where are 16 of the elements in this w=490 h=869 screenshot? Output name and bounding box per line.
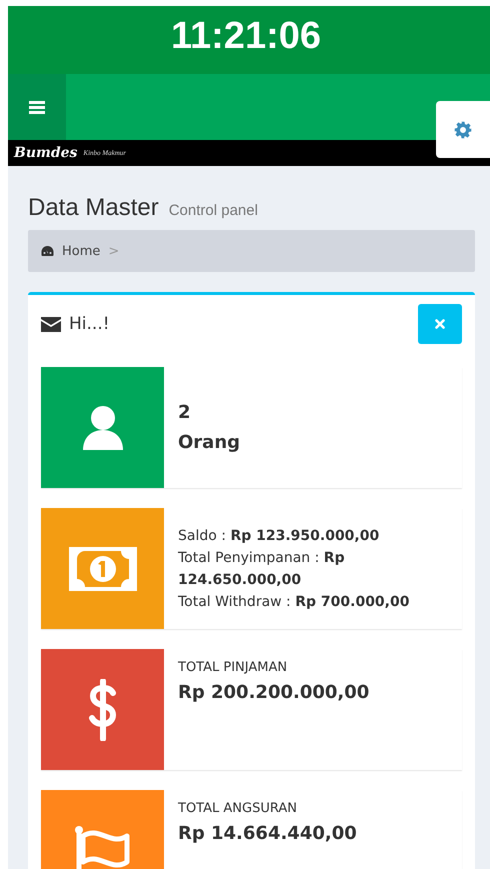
page-subtitle: Control panel xyxy=(168,202,258,219)
info-value: Rp 14.664.440,00 xyxy=(178,822,357,846)
info-unit: Orang xyxy=(178,430,240,454)
info-number: 2 xyxy=(178,400,192,424)
panel-title: Hi...! xyxy=(69,314,110,334)
info-line: Total Withdraw : Rp 700.000,00 xyxy=(178,592,410,612)
info-label: TOTAL ANGSURAN xyxy=(178,800,298,818)
brand-logo-text: Bumdes xyxy=(14,145,78,161)
info-line: Total Penyimpanan : Rp 124.650.000,00 xyxy=(178,548,346,590)
info-value: Rp 200.200.000,00 xyxy=(178,681,370,705)
page-title: Data Master xyxy=(28,194,159,222)
info-label: TOTAL PINJAMAN xyxy=(178,659,288,677)
info-line: Saldo : Rp 123.950.000,00 xyxy=(178,526,380,546)
breadcrumb-separator: > xyxy=(108,244,120,258)
breadcrumb-link[interactable]: Home xyxy=(62,244,100,258)
clock-time: 11:21:06 xyxy=(170,14,321,58)
